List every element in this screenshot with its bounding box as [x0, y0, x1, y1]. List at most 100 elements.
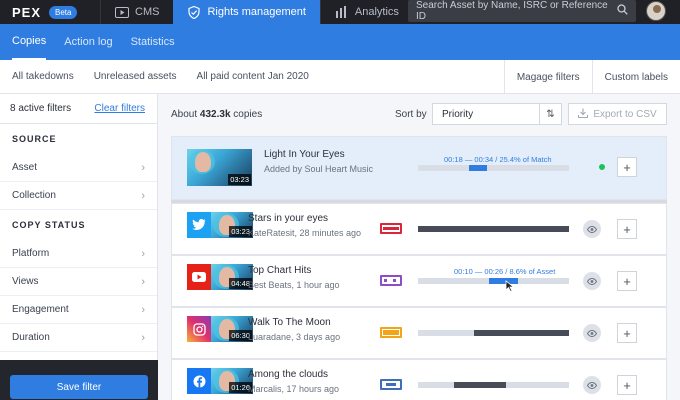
preset-unreleased-assets[interactable]: Unreleased assets	[86, 71, 185, 82]
eye-icon[interactable]	[583, 376, 601, 394]
clear-filters-link[interactable]: Clear filters	[94, 103, 145, 114]
shield-icon	[187, 5, 201, 19]
filter-views[interactable]: Views ›	[0, 268, 157, 296]
add-button[interactable]: +	[617, 271, 637, 291]
search-icon[interactable]	[617, 4, 628, 18]
match-bar	[418, 330, 569, 336]
subnav-copies[interactable]: Copies	[12, 24, 47, 60]
tab-cms[interactable]: CMS	[100, 0, 173, 24]
copy-title: Top Chart Hits	[248, 265, 312, 276]
filters-header: 8 active filters Clear filters	[0, 94, 157, 124]
tab-analytics[interactable]: Analytics	[319, 0, 413, 24]
match-bar	[418, 382, 569, 388]
tab-label: Analytics	[354, 6, 399, 18]
match-bar	[418, 278, 569, 284]
results-count: About 432.3k copies	[171, 109, 263, 120]
label-badge[interactable]	[380, 327, 402, 338]
tab-label: CMS	[135, 6, 160, 18]
search-input[interactable]: Search Asset by Name, ISRC or Reference …	[408, 0, 636, 22]
sort-direction-icon[interactable]: ⇅	[540, 103, 562, 125]
export-label: Export to CSV	[593, 108, 657, 120]
user-avatar[interactable]	[646, 1, 666, 21]
active-filters-count: 8 active filters	[10, 103, 72, 114]
custom-labels-button[interactable]: Custom labels	[591, 60, 680, 94]
filter-engagement[interactable]: Engagement ›	[0, 296, 157, 324]
add-button[interactable]: +	[617, 219, 637, 239]
match-label: 00:18 — 00:34 / 25.4% of Match	[444, 155, 552, 164]
match-fill	[418, 226, 569, 232]
match-bar	[418, 226, 569, 232]
logo: PEX	[12, 4, 42, 20]
results-toolbar: About 432.3k copies Sort by Priority ⇅ E…	[158, 94, 680, 134]
chevron-right-icon: ›	[141, 161, 145, 174]
preset-all-takedowns[interactable]: All takedowns	[4, 71, 82, 82]
duration: 03:23	[228, 174, 251, 185]
copies-panel: About 432.3k copies Sort by Priority ⇅ E…	[158, 94, 680, 400]
filter-platform[interactable]: Platform ›	[0, 240, 157, 268]
sort-label: Sort by	[395, 109, 427, 120]
chevron-right-icon: ›	[141, 331, 145, 344]
brand[interactable]: PEX Beta	[0, 0, 100, 24]
label-badge[interactable]	[380, 223, 402, 234]
copy-title: Among the clouds	[248, 369, 329, 380]
match-label: 00:10 — 00:26 / 8.6% of Asset	[454, 267, 556, 276]
manage-filters-button[interactable]: Magage filters	[503, 60, 592, 94]
filter-label: Collection	[12, 190, 56, 201]
match-fill	[473, 330, 569, 336]
eye-icon[interactable]	[583, 324, 601, 342]
save-filter-button[interactable]: Save filter	[10, 375, 148, 399]
twitter-icon	[187, 212, 211, 238]
label-badge[interactable]	[380, 275, 402, 286]
eye-icon[interactable]	[583, 220, 601, 238]
eye-icon[interactable]	[583, 272, 601, 290]
chevron-right-icon: ›	[141, 189, 145, 202]
bar-chart-icon	[335, 6, 349, 18]
copy-row[interactable]: 06:30 Walk To The Moon Luaradane, 3 days…	[171, 307, 667, 359]
section-source: SOURCE	[12, 134, 57, 144]
video-icon	[115, 6, 129, 18]
filter-label: Asset	[12, 162, 38, 173]
copy-subtitle: Luaradane, 3 days ago	[248, 332, 341, 342]
asset-thumbnail: 03:23	[187, 149, 252, 186]
match-bar	[418, 165, 569, 171]
copy-row[interactable]: 01:26 Among the clouds Marcalis, 17 hour…	[171, 359, 667, 400]
chevron-right-icon: ›	[141, 247, 145, 260]
tab-rights-management[interactable]: Rights management	[173, 0, 320, 24]
copy-row[interactable]: 04:48 Top Chart Hits Best Beats, 1 hour …	[171, 255, 667, 307]
subnav-action-log[interactable]: Action log	[64, 24, 112, 60]
label-badge[interactable]	[380, 379, 402, 390]
saved-filters-bar: All takedowns Unreleased assets All paid…	[0, 60, 680, 94]
top-nav: PEX Beta CMS Rights management Analytics…	[0, 0, 680, 24]
add-button[interactable]: +	[617, 157, 637, 177]
filter-collection[interactable]: Collection ›	[0, 182, 157, 210]
copy-subtitle: Marcalis, 17 hours ago	[248, 384, 340, 394]
beta-badge: Beta	[49, 5, 78, 19]
match-highlight	[469, 165, 488, 171]
filter-label: Views	[12, 276, 39, 287]
status-indicator	[599, 164, 605, 170]
subnav-statistics[interactable]: Statistics	[131, 24, 175, 60]
copy-title: Stars in your eyes	[248, 213, 329, 224]
preset-paid-content[interactable]: All paid content Jan 2020	[189, 71, 317, 82]
copy-row[interactable]: 03:23 Stars in your eyes KateRatesit, 28…	[171, 203, 667, 255]
export-csv-button[interactable]: Export to CSV	[568, 103, 667, 125]
filter-asset[interactable]: Asset ›	[0, 154, 157, 182]
match-fill	[454, 382, 506, 388]
section-copy-status: COPY STATUS	[12, 220, 86, 230]
copy-subtitle: KateRatesit, 28 minutes ago	[248, 228, 362, 238]
filter-label: Engagement	[12, 304, 69, 315]
featured-asset-row[interactable]: 03:23 Light In Your Eyes Added by Soul H…	[171, 136, 667, 200]
add-button[interactable]: +	[617, 323, 637, 343]
filter-duration[interactable]: Duration ›	[0, 324, 157, 352]
sort-select[interactable]: Priority	[432, 103, 540, 125]
chevron-right-icon: ›	[141, 275, 145, 288]
cursor-icon	[505, 280, 515, 292]
youtube-icon	[187, 264, 211, 290]
sub-nav: Copies Action log Statistics	[0, 24, 680, 60]
copy-thumbnail: 03:23	[211, 212, 253, 238]
add-button[interactable]: +	[617, 375, 637, 395]
download-icon	[578, 108, 589, 121]
copy-title: Walk To The Moon	[248, 317, 331, 328]
asset-subtitle: Added by Soul Heart Music	[264, 164, 374, 174]
instagram-icon	[187, 316, 211, 342]
